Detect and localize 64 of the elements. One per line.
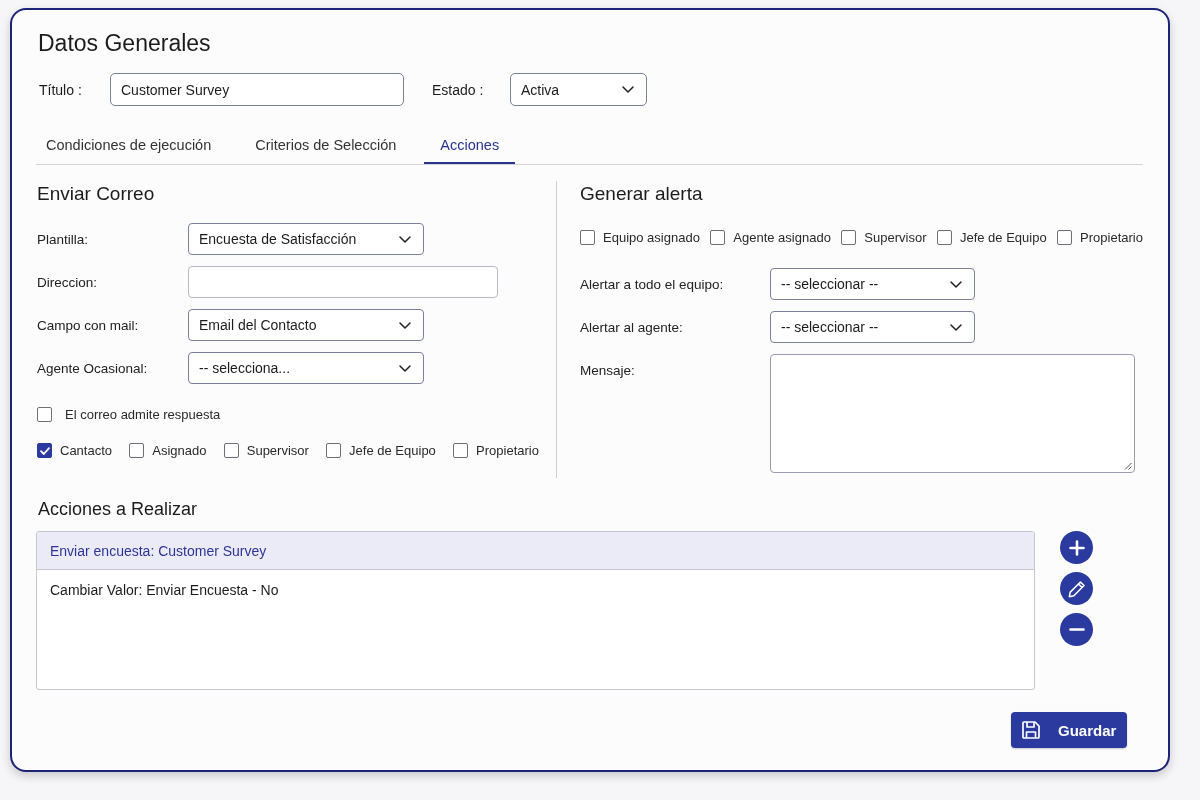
field-label: Agente Ocasional: <box>37 360 149 376</box>
checkbox-label: Supervisor <box>246 443 309 458</box>
chevron-down-icon <box>399 321 411 329</box>
checkbox[interactable] <box>1057 230 1073 245</box>
checkbox[interactable] <box>841 230 857 245</box>
chevron-down-icon <box>950 280 962 288</box>
section-heading: Generar alerta <box>580 182 704 206</box>
chevron-down-icon <box>950 323 962 331</box>
input-field[interactable]: Customer Survey <box>110 73 404 106</box>
checkbox-label: Cantacto <box>60 443 113 458</box>
checkbox-label: Agente asignado <box>733 230 831 245</box>
pencil-icon <box>1067 579 1086 598</box>
tab[interactable]: Condiciones de ejecución <box>36 127 228 164</box>
tab[interactable]: Criterios de Selección <box>239 127 413 164</box>
list-item[interactable]: Cambiar Valor: Enviar Encuesta - No <box>37 570 1034 609</box>
field-label: Plantilla: <box>37 231 90 247</box>
input-field[interactable] <box>188 266 498 298</box>
checkbox-label: Equipo asignado <box>603 230 700 245</box>
resize-grip-icon <box>1124 462 1132 470</box>
checkbox[interactable] <box>453 443 469 458</box>
remove-button[interactable] <box>1060 613 1093 646</box>
dropdown[interactable]: Encuesta de Satisfacción <box>188 223 424 255</box>
checkbox[interactable] <box>37 407 52 422</box>
checkbox[interactable] <box>223 443 239 458</box>
checkbox-label: El correo admite respuesta <box>65 407 221 422</box>
section-heading: Acciones a Realizar <box>38 498 199 521</box>
field-label: Campo con mail: <box>37 317 140 333</box>
page-title: Datos Generales <box>38 29 212 58</box>
checkbox[interactable] <box>710 230 726 245</box>
edit-button[interactable] <box>1060 572 1093 605</box>
dropdown[interactable]: Activa <box>510 73 647 106</box>
section-heading: Enviar Correo <box>37 182 156 206</box>
checkbox[interactable] <box>37 443 52 458</box>
checkbox[interactable] <box>129 443 145 458</box>
dropdown[interactable]: -- selecciona... <box>188 352 424 384</box>
field-label: Mensaje: <box>580 362 636 378</box>
add-button[interactable] <box>1060 531 1093 564</box>
checkmark-icon <box>39 446 50 455</box>
chevron-down-icon <box>399 235 411 243</box>
checkbox-label: Asignado <box>152 443 207 458</box>
dropdown[interactable]: Email del Contacto <box>188 309 424 341</box>
text-area-field[interactable] <box>770 354 1135 473</box>
field-label: Alertar a todo el equipo: <box>580 276 725 292</box>
field-label: Título : <box>39 81 83 98</box>
checkbox-label: Jefe de Equipo <box>959 230 1047 245</box>
chevron-down-icon <box>399 364 411 372</box>
field-label: Alertar al agente: <box>580 319 684 335</box>
checkbox-label: Propietario <box>476 443 539 458</box>
dropdown[interactable]: -- seleccionar -- <box>770 268 975 300</box>
save-button[interactable]: Guardar <box>1011 712 1127 748</box>
field-label: Direccion: <box>37 274 99 290</box>
minus-icon <box>1068 628 1085 631</box>
plus-icon <box>1068 539 1085 556</box>
list-item[interactable]: Enviar encuesta: Customer Survey <box>37 532 1034 570</box>
checkbox-label: Propietario <box>1080 230 1143 245</box>
chevron-down-icon <box>622 86 634 93</box>
field-label: Estado : <box>432 81 485 98</box>
checkbox-label: Supervisor <box>864 230 927 245</box>
checkbox[interactable] <box>326 443 342 458</box>
dropdown[interactable]: -- seleccionar -- <box>770 311 975 343</box>
checkbox[interactable] <box>936 230 952 245</box>
checkbox[interactable] <box>580 230 595 245</box>
tab[interactable]: Acciones <box>424 127 516 164</box>
checkbox-label: Jefe de Equipo <box>349 443 436 458</box>
